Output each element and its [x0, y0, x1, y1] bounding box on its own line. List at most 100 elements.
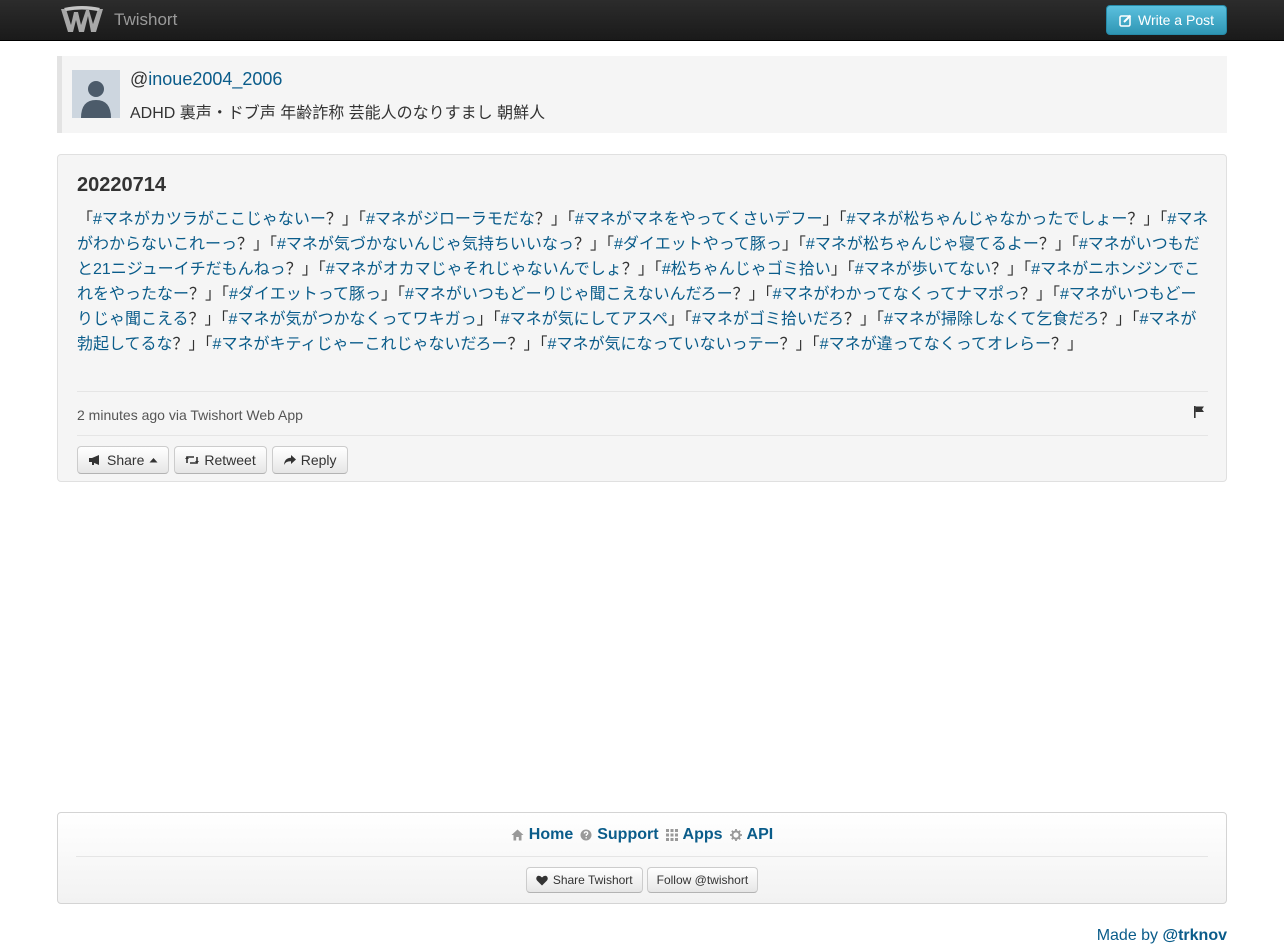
post-text: ？」「: [621, 261, 662, 278]
hashtag-link[interactable]: #マネが松ちゃんじゃ寝てるよー: [806, 236, 1039, 253]
hashtag-link[interactable]: #マネが歩いてない: [855, 261, 991, 278]
retweet-button[interactable]: Retweet: [174, 446, 267, 474]
footer-link-support[interactable]: Support: [580, 826, 659, 844]
at-sign: @: [130, 69, 149, 89]
hashtag-link[interactable]: #マネがジローラモだな: [366, 211, 535, 228]
footer-link-home[interactable]: Home: [511, 826, 573, 844]
footer-link-apps[interactable]: Apps: [665, 826, 723, 844]
twishort-logo-icon: [61, 6, 103, 32]
share-button[interactable]: Share: [77, 446, 170, 474]
hashtag-link[interactable]: #松ちゃんじゃゴミ拾い: [662, 261, 831, 278]
hashtag-link[interactable]: #マネがキティじゃーこれじゃないだろー: [213, 336, 508, 353]
post-text: ？」「: [1127, 211, 1168, 228]
heart-icon: [536, 875, 548, 885]
footer-link-label: Apps: [682, 826, 723, 843]
user-handle-link[interactable]: @inoue2004_2006: [130, 69, 282, 90]
flag-icon[interactable]: [1193, 405, 1205, 419]
bullhorn-icon: [89, 455, 99, 465]
post-text: 」「: [830, 261, 855, 278]
user-bio: ADHD 裏声・ドブ声 年齢詐称 芸能人のなりすまし 朝鮮人: [130, 105, 546, 122]
hashtag-link[interactable]: #マネが気になっていないっテー: [548, 336, 780, 353]
brand-link[interactable]: Twishort: [60, 4, 177, 36]
username: inoue2004_2006: [148, 69, 283, 89]
footer: Home Support Apps API Share Twishort Fol…: [57, 812, 1227, 904]
write-post-button[interactable]: Write a Post: [1106, 5, 1227, 35]
hashtag-link[interactable]: #マネが気づかないんじゃ気持ちいいなっ: [277, 236, 574, 253]
footer-link-label: Support: [597, 826, 659, 843]
retweet-icon: [185, 456, 200, 464]
question-circle-icon: [580, 829, 592, 841]
hashtag-link[interactable]: #ダイエットやって豚っ: [614, 236, 782, 253]
user-profile-card: @inoue2004_2006 ADHD 裏声・ドブ声 年齢詐称 芸能人のなりす…: [57, 56, 1227, 133]
share-arrow-icon: [283, 455, 296, 465]
hashtag-link[interactable]: #マネが気にしてアスペ: [501, 311, 668, 328]
share-label: Share: [107, 452, 145, 468]
post-text: ？」「: [188, 311, 229, 328]
hashtag-link[interactable]: #マネがわかってなくってナマポっ: [773, 286, 1020, 303]
post-text: 」「: [667, 311, 692, 328]
post-text: 「: [77, 211, 94, 228]
post-meta: 2 minutes ago via Twishort Web App: [77, 407, 303, 423]
share-twishort-button[interactable]: Share Twishort: [525, 867, 643, 893]
footer-link-api[interactable]: API: [729, 826, 774, 844]
author-link[interactable]: @trknov: [1163, 927, 1228, 944]
grid-icon: [665, 829, 678, 841]
post-divider: [77, 435, 1208, 436]
hashtag-link[interactable]: #マネが掃除しなくて乞食だろ: [884, 311, 1099, 328]
post-text: ？」「: [991, 261, 1032, 278]
post-text: ？」「: [285, 261, 326, 278]
footer-link-label: Home: [528, 826, 574, 843]
post-divider: [77, 391, 1208, 392]
hashtag-link[interactable]: #マネがマネをやってくさいデフー: [575, 211, 823, 228]
hashtag-link[interactable]: #マネが気がつかなくってワキガっ: [229, 311, 477, 328]
brand-name: Twishort: [114, 10, 178, 29]
hashtag-link[interactable]: #マネがゴミ拾いだろ: [692, 311, 844, 328]
edit-icon: [1119, 14, 1132, 27]
post-text: ？」「: [507, 336, 548, 353]
avatar[interactable]: [72, 70, 120, 118]
made-by-prefix: Made by: [1096, 927, 1163, 944]
post-text: ？」「: [189, 286, 230, 303]
post-text: ？」「: [1038, 236, 1079, 253]
footer-link-label: API: [746, 826, 774, 843]
post-text: ？」: [1050, 336, 1083, 353]
reply-label: Reply: [300, 452, 337, 468]
caret-up-icon: [149, 458, 158, 463]
follow-twishort-button[interactable]: Follow @twishort: [646, 867, 759, 893]
hashtag-link[interactable]: #ダイエットって豚っ: [229, 286, 381, 303]
navbar: Twishort Write a Post: [0, 0, 1284, 41]
post-text: ？」「: [573, 236, 614, 253]
post-text: ？」「: [237, 236, 278, 253]
post-text: ？」「: [732, 286, 773, 303]
post-body: 「#マネがカツラがここじゃないー？」「#マネがジローラモだな？」「#マネがマネを…: [77, 207, 1209, 357]
hashtag-link[interactable]: #マネがオカマじゃそれじゃないんでしょ: [326, 261, 622, 278]
reply-button[interactable]: Reply: [271, 446, 348, 474]
post-text: ？」「: [325, 211, 366, 228]
cog-icon: [729, 829, 742, 841]
write-post-label: Write a Post: [1138, 12, 1214, 28]
post-text: 」「: [476, 311, 501, 328]
share-twishort-label: Share Twishort: [552, 873, 633, 887]
hashtag-link[interactable]: #マネが松ちゃんじゃなかったでしょー: [847, 211, 1128, 228]
post-card: 20220714 「#マネがカツラがここじゃないー？」「#マネがジローラモだな？…: [57, 154, 1227, 482]
footer-nav: Home Support Apps API: [58, 826, 1226, 844]
follow-twishort-label: Follow @twishort: [656, 873, 749, 887]
post-text: 」「: [380, 286, 405, 303]
post-title: 20220714: [77, 174, 166, 196]
post-text: ？」「: [172, 336, 213, 353]
footer-divider: [76, 856, 1208, 857]
made-by-credit: Made by @trknov: [1097, 927, 1227, 945]
retweet-label: Retweet: [204, 452, 256, 468]
post-text: ？」「: [779, 336, 820, 353]
post-text: ？」「: [843, 311, 884, 328]
post-text: ？」「: [1019, 286, 1060, 303]
hashtag-link[interactable]: #マネがいつもどーりじゃ聞こえないんだろー: [405, 286, 733, 303]
post-actions: Share Retweet Reply: [77, 446, 348, 474]
hashtag-link[interactable]: #マネがカツラがここじゃないー: [93, 211, 326, 228]
default-user-icon: [72, 70, 120, 118]
post-text: ？」「: [1099, 311, 1140, 328]
post-text: 」「: [822, 211, 847, 228]
home-icon: [511, 829, 524, 841]
footer-buttons: Share Twishort Follow @twishort: [58, 867, 1226, 893]
hashtag-link[interactable]: #マネが違ってなくってオレらー: [820, 336, 1051, 353]
